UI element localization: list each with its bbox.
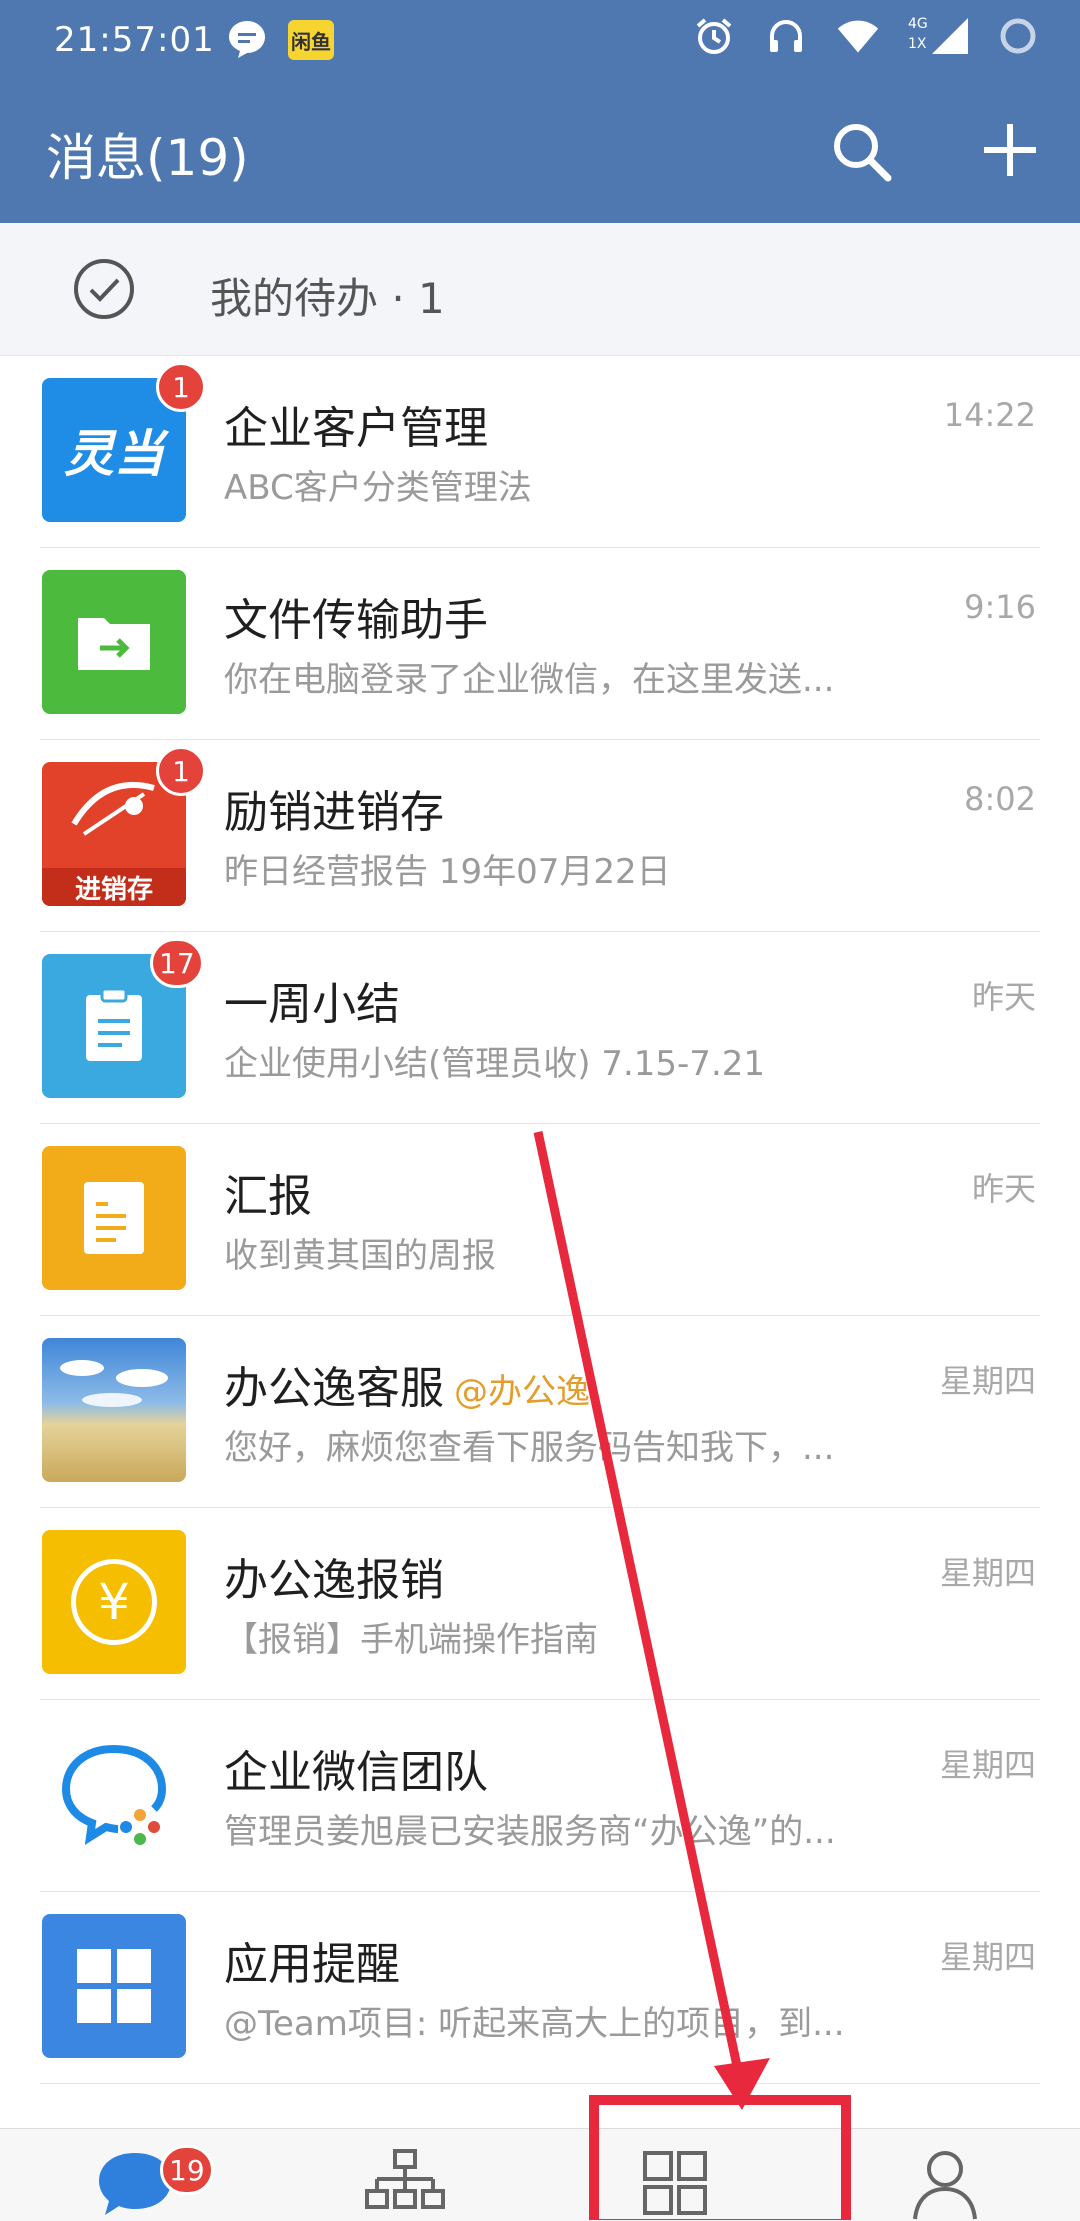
message-item-report[interactable]: 汇报 收到黄其国的周报 昨天 <box>0 1124 1080 1316</box>
message-time: 昨天 <box>971 978 1036 1016</box>
todo-row[interactable]: 我的待办 · 1 <box>0 223 1080 356</box>
message-title: 办公逸报销 <box>224 1555 444 1606</box>
folder-icon <box>78 618 150 670</box>
message-item-wework-team[interactable]: 企业微信团队 管理员姜旭晨已安装服务商“办公逸”的... 星期四 <box>0 1700 1080 1892</box>
person-icon <box>913 2151 977 2220</box>
document-icon <box>84 1182 144 1254</box>
alarm-icon <box>692 14 736 58</box>
clouds-image <box>60 1360 168 1407</box>
message-item-app-reminder[interactable]: 应用提醒 @Team项目: 听起来高大上的项目，到... 星期四 <box>0 1892 1080 2084</box>
app-avatar: ¥ <box>42 1530 186 1674</box>
message-time: 9:16 <box>964 588 1036 626</box>
message-list: 灵当 1 企业客户管理 ABC客户分类管理法 14:22 文件传输助手 你在电脑… <box>0 356 1080 2084</box>
message-time: 星期四 <box>939 1938 1036 1976</box>
messages-badge: 19 <box>160 2145 214 2195</box>
clipboard-icon <box>86 987 142 1061</box>
status-icons: 4G 1X <box>692 14 1040 58</box>
org-chart-icon <box>365 2149 445 2209</box>
avatar-label: ¥ <box>98 1573 130 1631</box>
wework-logo <box>42 1722 186 1866</box>
avatar-label: 灵当 <box>64 425 164 483</box>
check-circle-icon <box>74 259 134 319</box>
message-item-file-transfer[interactable]: 文件传输助手 你在电脑登录了企业微信，在这里发送... 9:16 <box>0 548 1080 740</box>
wifi-icon <box>836 14 880 58</box>
unread-badge: 1 <box>156 746 206 796</box>
unread-badge: 17 <box>150 938 204 988</box>
status-time: 21:57:01 <box>54 20 215 60</box>
nav-me[interactable] <box>810 2129 1080 2221</box>
app-avatar <box>42 1146 186 1290</box>
top-bar: 21:57:01 闲鱼 4G 1X 消息(19) <box>0 0 1080 223</box>
chat-bubble-logo-icon <box>61 1745 167 1845</box>
yen-icon: ¥ <box>71 1559 157 1645</box>
message-title: 办公逸客服 @办公逸 <box>224 1352 590 1416</box>
message-item-inventory[interactable]: 进销存 1 励销进销存 昨日经营报告 19年07月22日 8:02 <box>0 740 1080 932</box>
message-title-text: 办公逸客服 <box>224 1363 444 1414</box>
message-preview: @Team项目: 听起来高大上的项目，到... <box>224 2004 845 2044</box>
todo-label: 我的待办 · 1 <box>210 274 445 323</box>
message-time: 星期四 <box>939 1746 1036 1784</box>
message-time: 昨天 <box>971 1170 1036 1208</box>
add-button[interactable] <box>980 120 1040 180</box>
message-preview: 【报销】手机端操作指南 <box>224 1620 598 1660</box>
message-preview: 管理员姜旭晨已安装服务商“办公逸”的... <box>224 1812 836 1852</box>
message-preview: 昨日经营报告 19年07月22日 <box>224 852 671 892</box>
message-title: 企业客户管理 <box>224 403 488 454</box>
message-title: 汇报 <box>224 1171 312 1222</box>
avatar-label: 进销存 <box>74 874 153 905</box>
message-notification-icon <box>226 18 268 60</box>
plus-icon <box>984 124 1036 176</box>
message-title: 文件传输助手 <box>224 595 488 646</box>
search-icon <box>834 124 892 182</box>
divider <box>40 2083 1040 2084</box>
message-title: 应用提醒 <box>224 1939 400 1990</box>
message-time: 8:02 <box>964 780 1036 818</box>
message-time: 14:22 <box>943 396 1036 434</box>
grid-app-icon <box>77 1949 151 2023</box>
search-button[interactable] <box>830 120 894 184</box>
page-title: 消息(19) <box>46 129 249 187</box>
nav-contacts[interactable] <box>270 2129 540 2221</box>
loading-icon <box>996 14 1040 58</box>
message-time: 星期四 <box>939 1554 1036 1592</box>
bottom-nav: 19 <box>0 2128 1080 2221</box>
nav-workbench[interactable] <box>540 2129 810 2221</box>
message-preview: 你在电脑登录了企业微信，在这里发送... <box>224 660 835 700</box>
app-avatar <box>42 1914 186 2058</box>
network-label: 4G <box>908 16 928 32</box>
message-title: 企业微信团队 <box>224 1747 488 1798</box>
landscape-avatar <box>42 1338 186 1482</box>
message-item-expense[interactable]: ¥ 办公逸报销 【报销】手机端操作指南 星期四 <box>0 1508 1080 1700</box>
nav-messages[interactable]: 19 <box>0 2129 270 2221</box>
message-item-customer-service[interactable]: 办公逸客服 @办公逸 您好，麻烦您查看下服务码告知我下，... 星期四 <box>0 1316 1080 1508</box>
message-item-weekly-summary[interactable]: 17 一周小结 企业使用小结(管理员收) 7.15-7.21 昨天 <box>0 932 1080 1124</box>
message-preview: 企业使用小结(管理员收) 7.15-7.21 <box>224 1044 766 1084</box>
app-notification-icon: 闲鱼 <box>288 20 334 60</box>
bow-arrow-icon <box>71 782 155 836</box>
message-preview: 收到黄其国的周报 <box>224 1236 496 1276</box>
message-preview: ABC客户分类管理法 <box>224 468 532 508</box>
mention-tag: @办公逸 <box>454 1372 590 1412</box>
message-title: 励销进销存 <box>224 787 444 838</box>
app-avatar <box>42 570 186 714</box>
message-title: 一周小结 <box>224 979 400 1030</box>
message-item-customer-management[interactable]: 灵当 1 企业客户管理 ABC客户分类管理法 14:22 <box>0 356 1080 548</box>
grid-icon <box>643 2151 707 2215</box>
message-time: 星期四 <box>939 1362 1036 1400</box>
signal-icon: 4G 1X <box>908 14 968 58</box>
message-preview: 您好，麻烦您查看下服务码告知我下，... <box>224 1428 835 1468</box>
unread-badge: 1 <box>156 362 206 412</box>
network-sub-label: 1X <box>908 36 927 52</box>
headphones-icon <box>764 14 808 58</box>
